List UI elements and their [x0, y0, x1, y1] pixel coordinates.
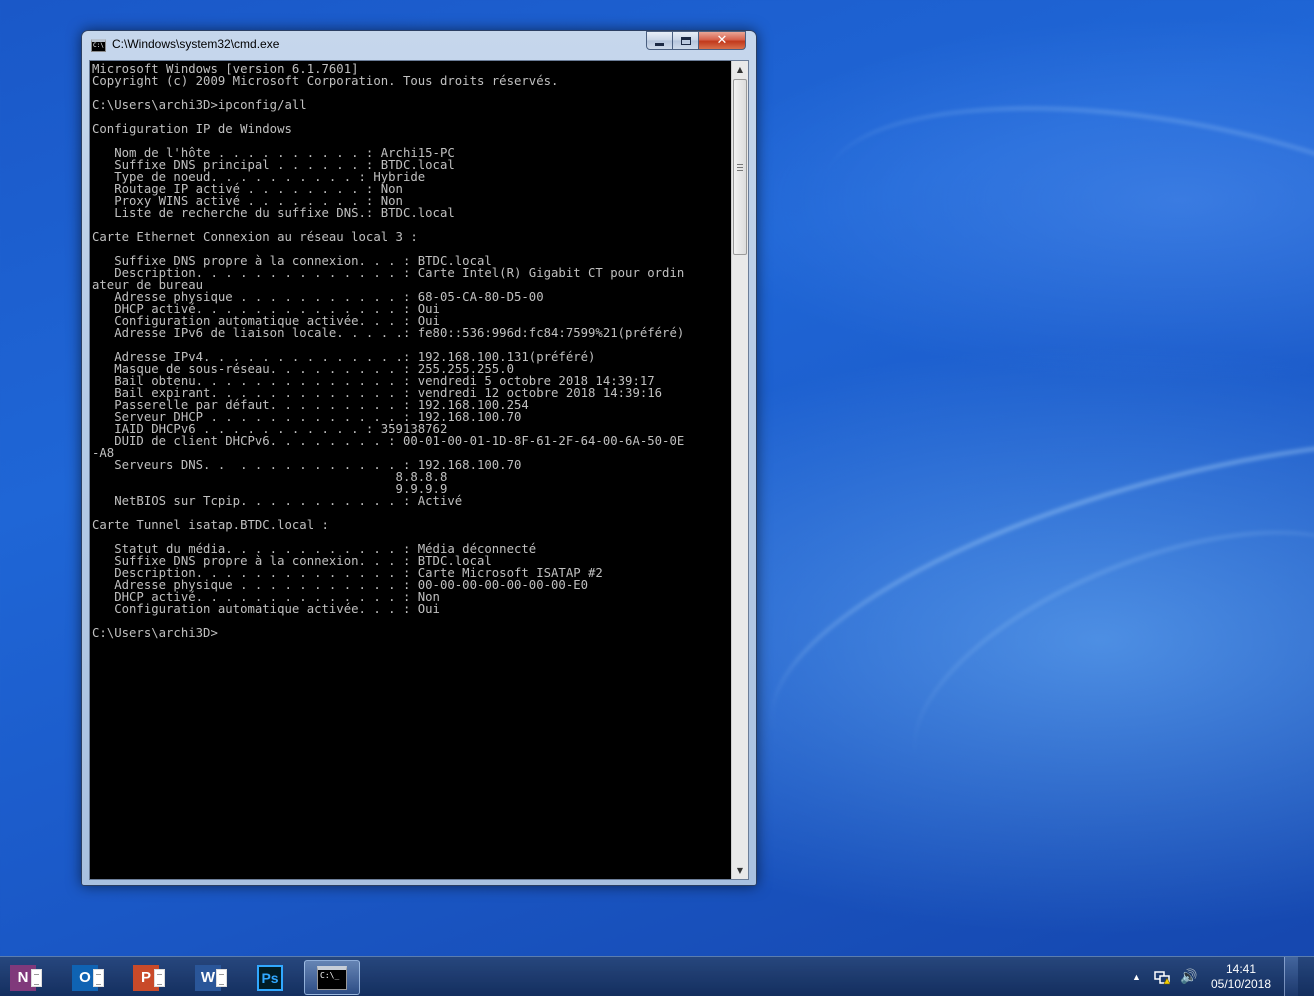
title-bar[interactable]: C:\ C:\Windows\system32\cmd.exe ✕	[82, 31, 756, 59]
scroll-down-button[interactable]: ▼	[732, 862, 748, 879]
network-icon[interactable]	[1154, 969, 1171, 985]
powerpoint-icon: P	[133, 964, 165, 991]
console-line: NetBIOS sur Tcpip. . . . . . . . . . . :…	[92, 494, 463, 508]
photoshop-icon: Ps	[257, 964, 283, 991]
taskbar-cmd-button[interactable]: C:\_	[304, 960, 360, 995]
arrow-up-icon: ▲	[736, 65, 744, 74]
console-line: Carte Tunnel isatap.BTDC.local :	[92, 518, 329, 532]
outlook-icon: O	[72, 964, 104, 991]
taskbar-onenote-button[interactable]: N	[0, 960, 51, 995]
console-line: Adresse IPv6 de liaison locale. . . . .:…	[92, 326, 685, 340]
cmd-window[interactable]: C:\ C:\Windows\system32\cmd.exe ✕ Micros…	[81, 30, 757, 886]
clock[interactable]: 14:41 05/10/2018	[1203, 962, 1279, 996]
window-title: C:\Windows\system32\cmd.exe	[112, 37, 280, 51]
console-line: Configuration IP de Windows	[92, 122, 292, 136]
cmd-icon: C:\_	[317, 965, 347, 990]
word-icon: W	[195, 964, 227, 991]
volume-icon[interactable]: 🔊	[1180, 968, 1197, 996]
show-hidden-icons-icon[interactable]: ▲	[1132, 972, 1141, 996]
maximize-button[interactable]	[672, 31, 699, 50]
console-line: Copyright (c) 2009 Microsoft Corporation…	[92, 74, 559, 88]
onenote-icon: N	[10, 964, 42, 991]
clock-time: 14:41	[1225, 962, 1257, 976]
minimize-button[interactable]	[646, 31, 673, 50]
arrow-down-icon: ▼	[736, 866, 744, 875]
maximize-icon	[680, 36, 691, 45]
console-client-area[interactable]: Microsoft Windows [version 6.1.7601] Copy…	[89, 60, 749, 880]
show-desktop-button[interactable]	[1284, 957, 1298, 996]
cmd-window-icon[interactable]: C:\	[91, 39, 106, 52]
grip-icon	[737, 163, 743, 171]
wallpaper-streak	[804, 61, 1314, 419]
taskbar-outlook-button[interactable]: O	[57, 960, 113, 995]
scrollbar-thumb[interactable]	[733, 79, 747, 255]
taskbar-photoshop-button[interactable]: Ps	[242, 960, 298, 995]
console-line: Configuration automatique activée. . . :…	[92, 602, 440, 616]
taskbar-word-button[interactable]: W	[180, 960, 236, 995]
console-line: C:\Users\archi3D>ipconfig/all	[92, 98, 307, 112]
minimize-icon	[655, 42, 664, 46]
taskbar: N O P W Ps C:\_ ▲ 🔊 14:41 05/10/2018	[0, 956, 1314, 996]
close-icon: ✕	[716, 33, 728, 48]
close-button[interactable]: ✕	[698, 31, 746, 50]
console-line: Liste de recherche du suffixe DNS.: BTDC…	[92, 206, 455, 220]
scroll-up-button[interactable]: ▲	[732, 61, 748, 78]
taskbar-powerpoint-button[interactable]: P	[118, 960, 174, 995]
console-line: Carte Ethernet Connexion au réseau local…	[92, 230, 418, 244]
console-output[interactable]: Microsoft Windows [version 6.1.7601] Copy…	[91, 62, 732, 879]
clock-date: 05/10/2018	[1210, 977, 1272, 991]
console-line: DUID de client DHCPv6. . . . . . . . : 0…	[92, 434, 685, 448]
console-line: C:\Users\archi3D>	[92, 626, 218, 640]
vertical-scrollbar[interactable]: ▲ ▼	[731, 61, 748, 879]
